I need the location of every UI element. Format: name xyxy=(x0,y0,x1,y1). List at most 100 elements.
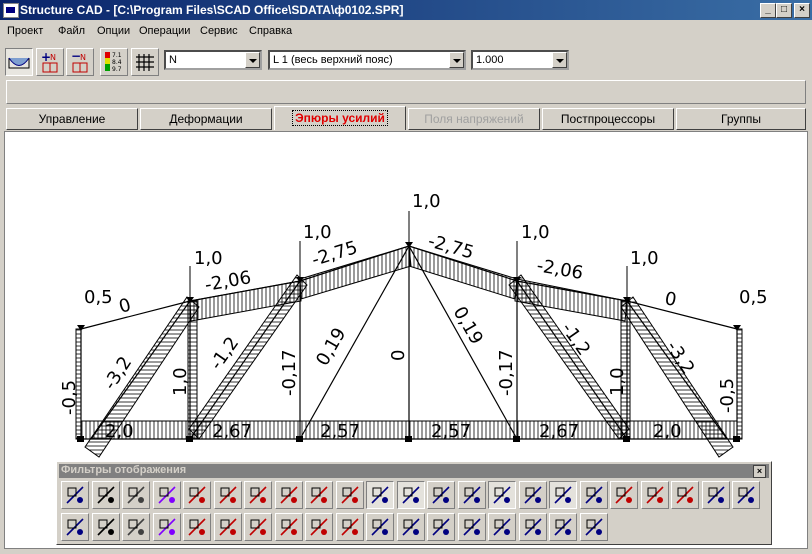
bottom-chord-label: 2,0 xyxy=(105,421,134,442)
stamp-icon[interactable] xyxy=(549,513,577,541)
tab-control[interactable]: Управление xyxy=(6,108,138,130)
window-title: Structure CAD - [C:\Program Files\SCAD O… xyxy=(20,3,404,17)
vertical-label: -0,17 xyxy=(496,349,517,396)
toolbar: + N − N 7.1 8.4 9.7 N L 1 (весь верхний пояс… xyxy=(0,44,812,78)
menu-options[interactable]: Опции xyxy=(97,25,130,37)
slabs-icon[interactable] xyxy=(488,481,516,509)
app-icon xyxy=(3,3,19,18)
g2-group-icon[interactable] xyxy=(427,513,455,541)
fragment-icon[interactable] xyxy=(732,481,760,509)
truss-members xyxy=(80,245,738,440)
loads-icon[interactable] xyxy=(549,481,577,509)
element-numbers-icon[interactable] xyxy=(213,481,242,509)
tab-postprocessors[interactable]: Постпроцессоры xyxy=(542,108,674,130)
svg-text:9.7: 9.7 xyxy=(112,66,122,73)
layers-icon[interactable] xyxy=(274,513,303,541)
hinges-icon[interactable] xyxy=(396,481,425,509)
type-labels-icon[interactable] xyxy=(305,481,333,509)
post-top-label: 1,0 xyxy=(412,191,441,212)
chevron-down-icon[interactable] xyxy=(552,52,567,68)
tab-deformations[interactable]: Деформации xyxy=(140,108,272,130)
ge-group-icon[interactable] xyxy=(396,513,425,541)
tab-stress-fields: Поля напряжений xyxy=(408,108,540,130)
top-chord-label: 0 xyxy=(117,294,134,317)
menu-help[interactable]: Справка xyxy=(249,25,292,37)
force-icon[interactable] xyxy=(610,481,638,509)
value-labels-icon[interactable]: 7.1 8.4 9.7 xyxy=(100,48,128,76)
display-filters-panel: Фильтры отображения × xyxy=(56,461,772,545)
color-scale-icon[interactable] xyxy=(579,513,608,541)
menu-file[interactable]: Файл xyxy=(58,25,85,37)
local-axes-icon[interactable] xyxy=(427,481,455,509)
filters-title: Фильтры отображения xyxy=(61,464,187,476)
restore-icon[interactable] xyxy=(61,513,89,541)
bottom-chord-label: 2,57 xyxy=(320,421,360,442)
tab-groups[interactable]: Группы xyxy=(676,108,806,130)
offsets-icon[interactable] xyxy=(518,481,547,509)
brush-icon[interactable] xyxy=(244,513,272,541)
eraser-icon[interactable] xyxy=(91,481,120,509)
mesh-icon[interactable] xyxy=(122,513,150,541)
vertical-label: -0,5 xyxy=(717,378,738,413)
box-icon[interactable] xyxy=(122,481,150,509)
scale-combo[interactable]: 1.000 xyxy=(471,50,569,70)
chevron-down-icon[interactable] xyxy=(449,52,464,68)
grid-icon[interactable] xyxy=(131,48,159,76)
steel-icon[interactable] xyxy=(518,513,547,541)
diagonal-label: 0,19 xyxy=(312,324,350,369)
n-labels-icon[interactable] xyxy=(244,481,272,509)
add-n-icon[interactable]: + N xyxy=(36,48,64,76)
tab-force-diagrams[interactable]: Эпюры усилий xyxy=(274,106,406,130)
node-cross-icon[interactable] xyxy=(701,481,730,509)
table-icon[interactable] xyxy=(457,513,486,541)
factor-combo[interactable]: N xyxy=(164,50,262,70)
svg-text:N: N xyxy=(80,53,86,62)
tab-label: Эпюры усилий xyxy=(292,110,388,126)
diagram-icon[interactable] xyxy=(5,48,33,76)
svg-text:N: N xyxy=(50,53,56,62)
bottom-chord-label: 2,57 xyxy=(431,421,471,442)
tab-label: Постпроцессоры xyxy=(560,112,656,126)
post-top-label: 1,0 xyxy=(303,222,332,243)
rigidity-icon[interactable] xyxy=(335,481,364,509)
spring-icon[interactable] xyxy=(152,481,181,509)
load-values-icon[interactable] xyxy=(579,481,608,509)
nj-labels-icon[interactable] xyxy=(274,481,303,509)
filters-title-bar[interactable]: Фильтры отображения × xyxy=(59,464,769,478)
menu-operations[interactable]: Операции xyxy=(139,25,190,37)
axes-icon[interactable] xyxy=(457,481,486,509)
grid-elements-icon[interactable] xyxy=(91,513,120,541)
tab-bar: Управление Деформации Эпюры усилий Поля … xyxy=(6,106,806,130)
load-combo-value: L 1 (весь верхний пояс) xyxy=(273,54,393,66)
groups-icon[interactable] xyxy=(305,513,333,541)
section-icon[interactable] xyxy=(183,513,211,541)
supports-icon[interactable] xyxy=(366,481,394,509)
svg-text:8.4: 8.4 xyxy=(112,59,122,66)
eraser2-icon[interactable] xyxy=(152,513,181,541)
tab-label: Деформации xyxy=(169,112,243,126)
force-values-icon[interactable] xyxy=(640,481,669,509)
load-combo[interactable]: L 1 (весь верхний пояс) xyxy=(268,50,466,70)
red-grid-icon[interactable] xyxy=(488,513,516,541)
menu-project[interactable]: Проект xyxy=(7,25,43,37)
moment-icon[interactable] xyxy=(671,481,699,509)
diagonal-label: 0,19 xyxy=(449,303,487,348)
colored-icon[interactable] xyxy=(213,513,242,541)
maximize-button[interactable]: □ xyxy=(776,3,792,18)
chevron-down-icon[interactable] xyxy=(245,52,260,68)
node-numbers-icon[interactable] xyxy=(183,481,211,509)
top-chord-label: -2,06 xyxy=(535,255,585,284)
tab-label: Группы xyxy=(721,112,761,126)
vertical-label: 0 xyxy=(388,350,409,361)
g-group-icon[interactable] xyxy=(366,513,394,541)
pencil-icon[interactable] xyxy=(61,481,89,509)
n-group-icon[interactable] xyxy=(335,513,364,541)
remove-n-icon[interactable]: − N xyxy=(66,48,94,76)
close-button[interactable]: × xyxy=(794,3,810,18)
minimize-button[interactable]: _ xyxy=(760,3,776,18)
menu-service[interactable]: Сервис xyxy=(200,25,238,37)
close-icon[interactable]: × xyxy=(753,465,766,478)
vertical-label: -0,17 xyxy=(279,349,300,396)
secondary-toolbar xyxy=(6,80,806,104)
post-top-label: 1,0 xyxy=(521,222,550,243)
